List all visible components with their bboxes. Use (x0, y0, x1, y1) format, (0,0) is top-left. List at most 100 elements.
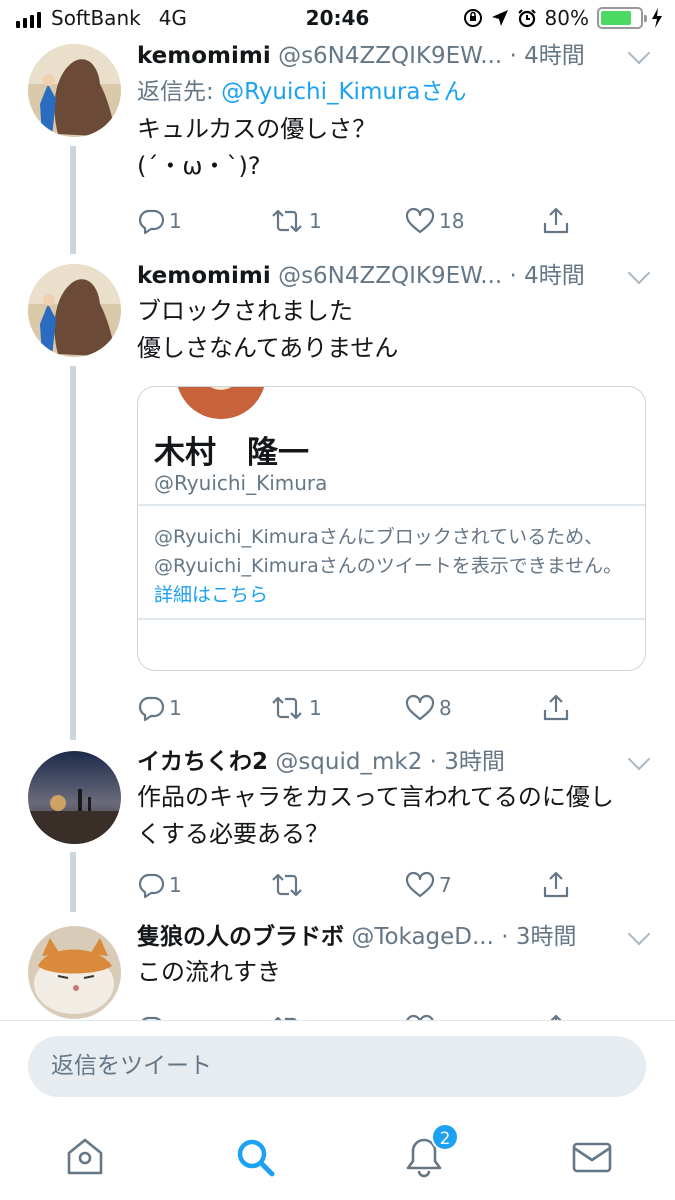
quoted-display-name: 木村 隆一 (154, 435, 309, 471)
share-button[interactable] (541, 201, 571, 241)
reply-count: 1 (169, 209, 182, 233)
tweet-header: kemomimi @s6N4ZZQIK9EW... · 4時間 (137, 259, 647, 293)
like-button[interactable] (405, 1008, 435, 1020)
share-button[interactable] (541, 865, 571, 905)
reply-count: 1 (169, 696, 182, 720)
display-name[interactable]: kemomimi (137, 263, 271, 289)
tweet-text: キュルカスの優しさ？ (´・ω・`)? (137, 111, 647, 185)
avatar[interactable] (28, 926, 121, 1019)
tweet-actions: 1 1 8 (137, 688, 577, 728)
tab-search[interactable] (233, 1135, 277, 1179)
reply-context: 返信先: @Ryuichi_Kimuraさん (137, 73, 647, 111)
reply-count: 1 (169, 873, 182, 897)
retweet-button[interactable]: 1 (269, 688, 322, 728)
tab-home[interactable] (63, 1135, 107, 1179)
share-button[interactable] (541, 688, 571, 728)
reply-button[interactable] (137, 1008, 165, 1020)
retweet-button[interactable]: 1 (269, 201, 322, 241)
reply-button[interactable]: 1 (137, 865, 182, 905)
tweet-actions: 1 1 18 (137, 201, 577, 241)
tweet-header: 隻狼の人のブラドボ @TokageD... · 3時間 (137, 920, 647, 954)
timestamp: · 4時間 (509, 263, 585, 289)
tweet[interactable]: 隻狼の人のブラドボ @TokageD... · 3時間 この流れすき (0, 920, 675, 1020)
tweet-text: ブロックされました 優しさなんてありません (137, 293, 647, 367)
tweet-text-line: 作品のキャラをカスって言われてるのに優し (137, 783, 614, 811)
tweet-text-line: くする必要ある？ (137, 820, 329, 848)
like-button[interactable]: 18 (405, 201, 464, 241)
blocked-message-line: @Ryuichi_Kimuraさんのツイートを表示できません。 (154, 555, 623, 577)
card-divider (138, 618, 645, 620)
compose-placeholder: 返信をツイート (51, 1053, 212, 1079)
retweet-button[interactable] (269, 1008, 305, 1020)
like-count: 7 (439, 873, 452, 897)
retweet-button[interactable] (269, 865, 309, 905)
tweet-text-line: 優しさなんてありません (137, 334, 399, 362)
share-icon (550, 1014, 562, 1020)
user-handle[interactable]: @squid_mk2 (275, 749, 422, 775)
user-handle[interactable]: @s6N4ZZQIK9EW... (278, 263, 502, 289)
blocked-message-line: @Ryuichi_Kimuraさんにブロックされているため、 (154, 526, 604, 548)
tweet-text-line: キュルカスの優しさ？ (137, 115, 377, 143)
home-icon (67, 1138, 103, 1175)
share-button[interactable] (541, 1008, 571, 1020)
avatar[interactable] (28, 751, 121, 844)
tweet-text-line: この流れすき (137, 958, 281, 986)
heart-icon (405, 207, 435, 234)
like-button[interactable]: 7 (405, 865, 452, 905)
display-name[interactable]: kemomimi (137, 43, 271, 69)
retweet-icon (272, 873, 302, 897)
reply-prefix: 返信先: (137, 79, 214, 105)
user-handle[interactable]: @s6N4ZZQIK9EW... (278, 43, 502, 69)
card-divider (138, 504, 645, 506)
share-icon (543, 871, 569, 898)
thread-line (70, 366, 76, 740)
reply-compose-input[interactable]: 返信をツイート (28, 1036, 646, 1097)
avatar[interactable] (28, 44, 121, 137)
blocked-message: @Ryuichi_Kimuraさんにブロックされているため、 @Ryuichi_… (154, 523, 635, 610)
like-count: 18 (439, 209, 465, 233)
quoted-tweet-card[interactable]: 木村 隆一 @Ryuichi_Kimura @Ryuichi_Kimuraさんに… (137, 386, 646, 671)
reply-to-link[interactable]: @Ryuichi_Kimuraさん (221, 79, 466, 105)
display-name[interactable]: イカちくわ2 (137, 749, 268, 775)
display-name[interactable]: 隻狼の人のブラドボ (137, 924, 344, 950)
tweet-actions: 1 7 (137, 865, 577, 905)
notifications-badge: 2 (431, 1123, 459, 1151)
reply-button[interactable]: 1 (137, 201, 182, 241)
retweet-count: 1 (309, 696, 322, 720)
tweet-text-line: ブロックされました (137, 297, 353, 325)
timestamp: · 3時間 (429, 749, 505, 775)
learn-more-link[interactable]: 詳細はこちら (154, 581, 635, 610)
timestamp: · 3時間 (501, 924, 577, 950)
reply-button[interactable]: 1 (137, 688, 182, 728)
heart-icon (405, 694, 435, 721)
tweet-header: イカちくわ2 @squid_mk2 · 3時間 (137, 745, 647, 779)
tweet-text: 作品のキャラをカスって言われてるのに優し くする必要ある？ (137, 779, 647, 853)
reply-icon (138, 209, 165, 235)
retweet-count: 1 (309, 209, 322, 233)
quoted-handle: @Ryuichi_Kimura (154, 471, 328, 495)
tweet[interactable]: kemomimi @s6N4ZZQIK9EW... · 4時間 返信先: @Ry… (0, 0, 675, 260)
user-handle[interactable]: @TokageD... (351, 924, 494, 950)
share-icon (543, 694, 569, 721)
tweet-body: kemomimi @s6N4ZZQIK9EW... · 4時間 ブロックされまし… (137, 259, 651, 367)
like-button[interactable]: 8 (405, 688, 452, 728)
retweet-icon (272, 209, 302, 233)
tweet[interactable]: イカちくわ2 @squid_mk2 · 3時間 作品のキャラをカスって言われてる… (0, 745, 675, 920)
search-icon (237, 1139, 275, 1177)
heart-icon (405, 871, 435, 898)
reply-icon (138, 696, 165, 722)
tweet-text: この流れすき (137, 954, 647, 991)
tab-messages[interactable] (570, 1135, 614, 1179)
timestamp: · 4時間 (509, 43, 585, 69)
messages-icon (572, 1142, 612, 1173)
quoted-avatar (176, 387, 266, 419)
avatar[interactable] (28, 264, 121, 357)
retweet-icon (272, 696, 302, 720)
thread-line (70, 852, 76, 912)
like-count: 8 (439, 696, 452, 720)
tweet-text-line: (´・ω・`)? (137, 152, 261, 180)
tweet-actions (137, 1008, 577, 1020)
reply-icon (138, 873, 165, 899)
share-icon (543, 207, 569, 234)
thread-line (70, 146, 76, 254)
